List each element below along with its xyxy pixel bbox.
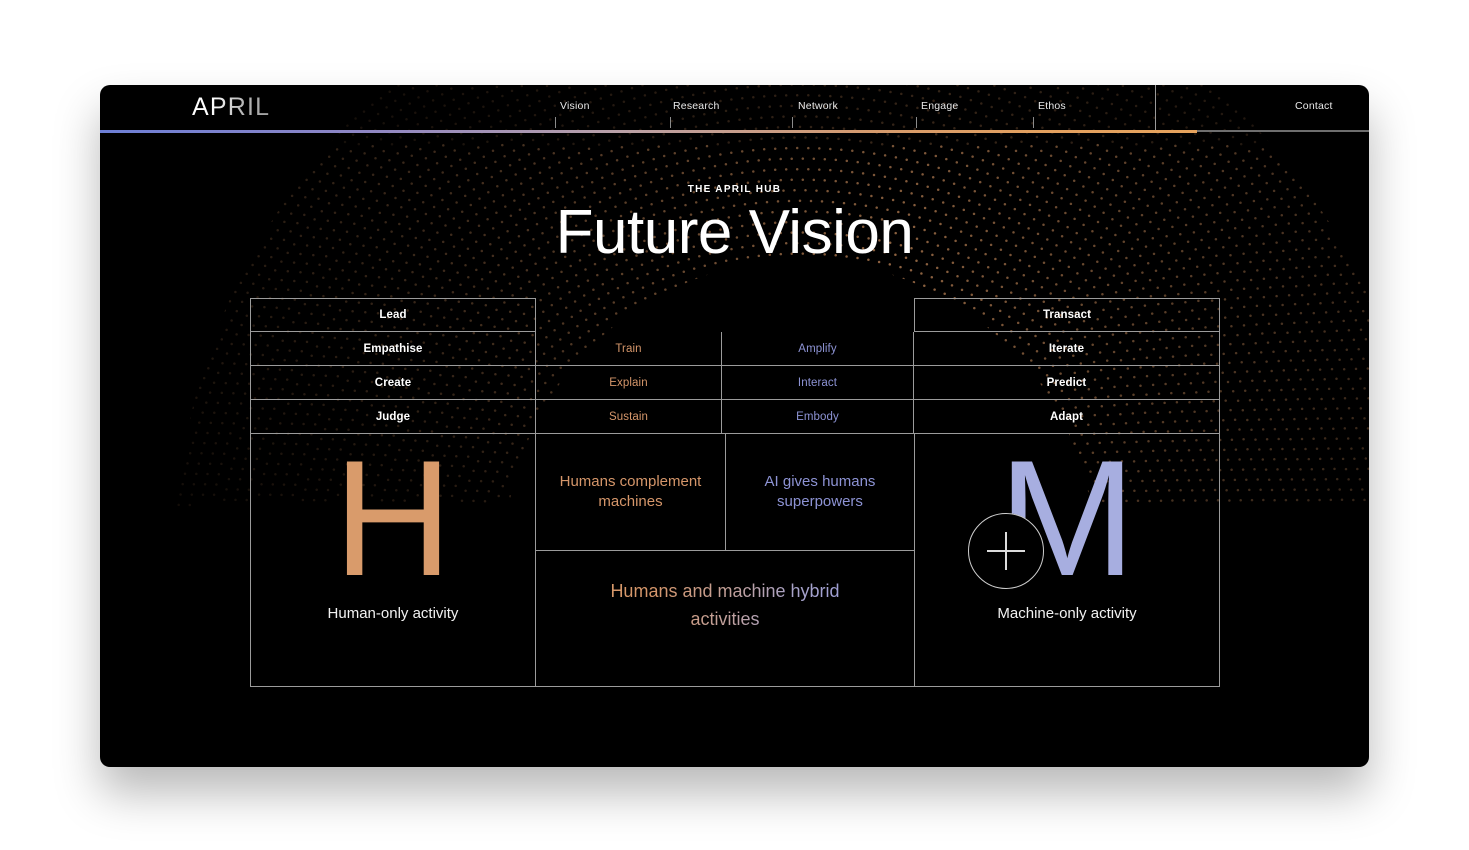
human-letter-glyph: H — [333, 426, 453, 610]
matrix-row: Lead Transact — [250, 298, 1220, 332]
machine-only-panel: M Machine-only activity — [914, 434, 1220, 687]
matrix-cell-human-hybrid[interactable]: Sustain — [536, 400, 722, 434]
nav-tick — [1033, 117, 1034, 128]
matrix-row: Empathise Train Amplify Iterate — [250, 332, 1220, 366]
matrix-cell-human[interactable]: Lead — [250, 298, 536, 332]
matrix-row: Create Explain Interact Predict — [250, 366, 1220, 400]
matrix-cell-machine-hybrid[interactable]: Embody — [722, 400, 914, 434]
page-root: APRIL Vision Research Network Engage Ethos Co… — [0, 0, 1469, 850]
hybrid-panel: Humans complement machines AI gives huma… — [536, 434, 1044, 687]
page-title: Future Vision — [555, 198, 914, 267]
matrix-cell-machine-hybrid — [722, 298, 914, 332]
nav-item-contact[interactable]: Contact — [1295, 100, 1333, 112]
nav-item-network[interactable]: Network — [798, 100, 838, 112]
hybrid-machine-statement: AI gives humans superpowers — [725, 434, 914, 551]
nav-tick — [792, 117, 793, 128]
hero-eyebrow: THE APRIL HUB — [687, 184, 782, 195]
hybrid-human-statement: Humans complement machines — [536, 434, 725, 551]
nav-item-ethos[interactable]: Ethos — [1038, 100, 1066, 112]
nav-tick — [555, 117, 556, 128]
activity-matrix: Lead Transact Empathise Train Amplify It… — [250, 298, 1220, 687]
nav-divider — [1155, 85, 1156, 131]
nav-item-research[interactable]: Research — [673, 100, 720, 112]
nav-gradient-underline — [100, 130, 1197, 133]
summary-panel: H Human-only activity Humans complement … — [250, 434, 1220, 687]
matrix-cell-machine-hybrid[interactable]: Interact — [722, 366, 914, 400]
matrix-cell-human[interactable]: Empathise — [250, 332, 536, 366]
matrix-cell-machine-hybrid[interactable]: Amplify — [722, 332, 914, 366]
hybrid-caption-text: Humans and machine hybrid activities — [595, 578, 855, 634]
plus-badge — [968, 513, 1044, 589]
nav-tick — [916, 117, 917, 128]
top-navigation: APRIL Vision Research Network Engage Ethos Co… — [100, 85, 1369, 131]
matrix-cell-human-hybrid — [536, 298, 722, 332]
brand-logo[interactable]: APRIL — [192, 93, 270, 122]
matrix-cell-machine[interactable]: Transact — [914, 298, 1220, 332]
matrix-cell-human-hybrid[interactable]: Explain — [536, 366, 722, 400]
matrix-cell-machine[interactable]: Iterate — [914, 332, 1220, 366]
human-caption: Human-only activity — [327, 605, 459, 622]
matrix-cell-machine[interactable]: Predict — [914, 366, 1220, 400]
machine-caption: Machine-only activity — [997, 605, 1137, 622]
nav-item-engage[interactable]: Engage — [921, 100, 958, 112]
human-only-panel: H Human-only activity — [250, 434, 536, 687]
hybrid-caption: Humans and machine hybrid activities — [536, 551, 914, 687]
matrix-cell-human[interactable]: Create — [250, 366, 536, 400]
matrix-cell-human-hybrid[interactable]: Train — [536, 332, 722, 366]
site-card: APRIL Vision Research Network Engage Ethos Co… — [100, 85, 1369, 767]
nav-tick — [670, 117, 671, 128]
plus-horizontal-stroke — [987, 550, 1025, 552]
nav-item-vision[interactable]: Vision — [560, 100, 590, 112]
nav-links: Vision Research Network Engage Ethos Contact — [430, 85, 1369, 131]
